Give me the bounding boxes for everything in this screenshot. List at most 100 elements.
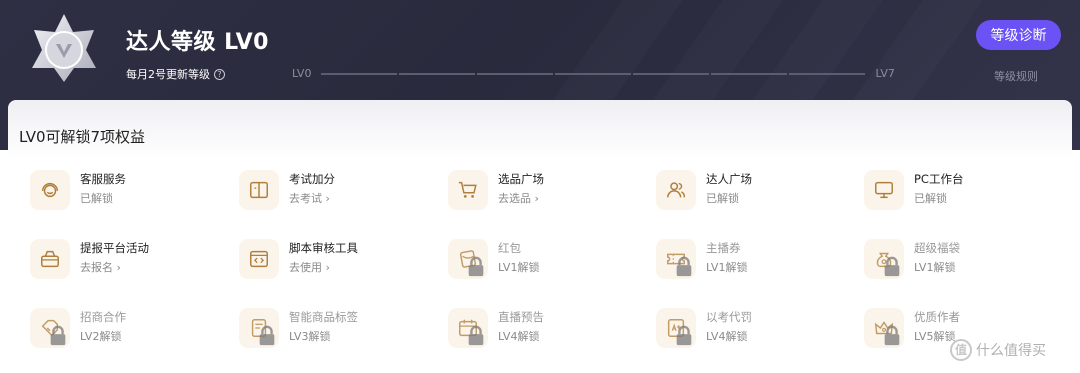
benefit-name: 提报平台活动 <box>80 241 149 255</box>
cart-icon <box>458 181 477 198</box>
book-icon <box>250 181 268 199</box>
benefit-name: 智能商品标签 <box>289 310 358 324</box>
basket-icon <box>41 250 59 268</box>
benefit-item[interactable]: 招商合作 LV2解锁 <box>30 308 220 348</box>
benefit-status-text: 去选品 <box>498 192 531 205</box>
benefit-item[interactable]: 主播券 LV1解锁 <box>656 239 846 279</box>
level-diagnose-button[interactable]: 等级诊断 <box>976 20 1061 50</box>
benefit-item[interactable]: 智能商品标签 LV3解锁 <box>239 308 429 348</box>
progress-start-label: LV0 <box>292 67 312 80</box>
benefit-status-text: 去使用 <box>289 261 322 274</box>
lock-icon <box>468 325 484 346</box>
chevron-right-icon: › <box>113 261 121 274</box>
benefit-status[interactable]: 去报名 › <box>80 258 149 278</box>
lock-icon <box>884 256 900 277</box>
benefit-item[interactable]: 直播预告 LV4解锁 <box>448 308 638 348</box>
benefit-icon-box <box>864 170 904 210</box>
benefit-name: 招商合作 <box>80 310 126 324</box>
progress-segment <box>555 72 632 75</box>
benefit-icon-box <box>239 308 279 348</box>
benefit-name: 以考代罚 <box>706 310 752 324</box>
code-window-icon <box>250 250 268 268</box>
headset-icon <box>41 182 59 198</box>
benefit-status: LV1解锁 <box>706 258 747 278</box>
benefit-status[interactable]: 去使用 › <box>289 258 358 278</box>
benefit-status-text: 去报名 <box>80 261 113 274</box>
benefit-name: 直播预告 <box>498 310 544 324</box>
users-icon <box>667 182 685 198</box>
benefit-item[interactable]: 考试加分 去考试 › <box>239 170 429 210</box>
benefit-icon-box <box>30 308 70 348</box>
benefit-icon-box <box>656 170 696 210</box>
benefit-item[interactable]: 脚本审核工具 去使用 › <box>239 239 429 279</box>
benefit-icon-box <box>30 239 70 279</box>
benefit-icon-box <box>239 170 279 210</box>
benefit-status-text: 已解锁 <box>80 192 113 205</box>
lock-icon <box>884 325 900 346</box>
benefit-item[interactable]: 客服服务 已解锁 <box>30 170 220 210</box>
progress-segment <box>789 72 866 75</box>
level-rules-link[interactable]: 等级规则 <box>994 68 1038 84</box>
watermark: 值 什么值得买 <box>950 339 1046 361</box>
progress-segment <box>321 72 398 75</box>
benefit-name: PC工作台 <box>914 172 964 186</box>
benefit-status: LV2解锁 <box>80 327 126 347</box>
benefit-status-text: 去考试 <box>289 192 322 205</box>
progress-segment <box>633 72 710 75</box>
benefit-status: LV1解锁 <box>498 258 539 278</box>
benefits-panel-header <box>8 100 1072 160</box>
update-note: 每月2号更新等级 ? <box>126 66 225 82</box>
benefit-icon-box <box>448 308 488 348</box>
benefit-status-text: LV3解锁 <box>289 330 331 343</box>
progress-segment <box>477 72 554 75</box>
benefit-status-text: 已解锁 <box>706 192 739 205</box>
level-title: 达人等级 LV0 <box>126 30 269 55</box>
chevron-right-icon: › <box>531 192 539 205</box>
benefit-status-text: LV2解锁 <box>80 330 122 343</box>
monitor-icon <box>875 181 893 199</box>
progress-segment <box>711 72 788 75</box>
benefit-status-text: 已解锁 <box>914 192 947 205</box>
benefit-item[interactable]: 超级福袋 LV1解锁 <box>864 239 1054 279</box>
benefit-status-text: LV1解锁 <box>914 261 956 274</box>
benefit-icon-box <box>656 308 696 348</box>
benefit-item[interactable]: PC工作台已解锁 <box>864 170 1054 210</box>
benefit-status-text: LV1解锁 <box>498 261 540 274</box>
benefit-status: 已解锁 <box>706 189 752 209</box>
lock-icon <box>259 325 275 346</box>
progress-track <box>321 72 866 75</box>
benefit-name: 红包 <box>498 241 521 255</box>
benefit-item[interactable]: 红包 LV1解锁 <box>448 239 638 279</box>
benefits-panel-title: LV0可解锁7项权益 <box>19 128 146 146</box>
benefit-status: LV3解锁 <box>289 327 358 347</box>
level-badge-icon <box>32 14 96 82</box>
progress-end-label: LV7 <box>875 67 895 80</box>
benefit-icon-box <box>864 308 904 348</box>
watermark-text: 什么值得买 <box>976 343 1046 359</box>
benefit-status[interactable]: 去考试 › <box>289 189 335 209</box>
benefit-status[interactable]: 去选品 › <box>498 189 544 209</box>
benefit-status: LV4解锁 <box>498 327 544 347</box>
benefit-status: LV1解锁 <box>914 258 960 278</box>
lock-icon <box>468 256 484 277</box>
benefit-icon-box <box>448 170 488 210</box>
benefit-icon-box <box>448 239 488 279</box>
benefit-status: LV4解锁 <box>706 327 752 347</box>
benefit-status: 已解锁 <box>80 189 126 209</box>
benefit-item[interactable]: 达人广场 已解锁 <box>656 170 846 210</box>
watermark-logo-icon: 值 <box>950 339 972 361</box>
progress-segment <box>399 72 476 75</box>
chevron-right-icon: › <box>322 261 330 274</box>
benefit-name: 超级福袋 <box>914 241 960 255</box>
benefit-name: 主播券 <box>706 241 741 255</box>
benefit-item[interactable]: 以考代罚 LV4解锁 <box>656 308 846 348</box>
help-icon[interactable]: ? <box>214 68 225 80</box>
benefit-icon-box <box>864 239 904 279</box>
benefit-item[interactable]: 提报平台活动 去报名 › <box>30 239 220 279</box>
update-note-text: 每月2号更新等级 <box>126 68 210 81</box>
benefit-icon-box <box>239 239 279 279</box>
benefit-name: 优质作者 <box>914 310 960 324</box>
benefit-item[interactable]: 选品广场 去选品 › <box>448 170 638 210</box>
lock-icon <box>676 256 692 277</box>
benefit-status-text: LV4解锁 <box>706 330 748 343</box>
